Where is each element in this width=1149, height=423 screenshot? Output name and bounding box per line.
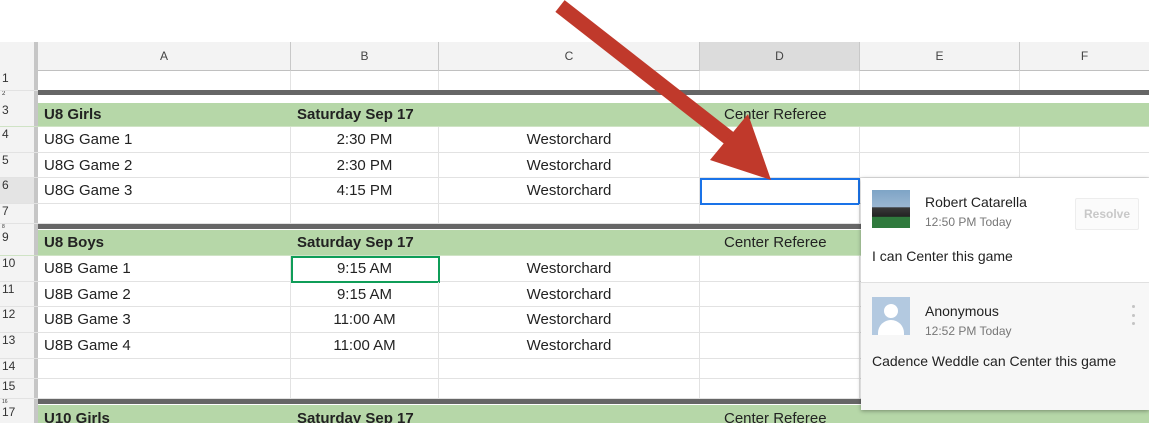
- comment-author: Robert Catarella: [925, 194, 1027, 210]
- cell[interactable]: [700, 204, 860, 223]
- comment-author: Anonymous: [925, 303, 999, 319]
- row-number[interactable]: 6: [0, 178, 38, 203]
- referee-cell[interactable]: [700, 127, 860, 152]
- game-name-cell[interactable]: U8B Game 3: [38, 307, 291, 332]
- cell[interactable]: [38, 379, 291, 398]
- row-number[interactable]: 5: [0, 153, 38, 177]
- row-number[interactable]: 9: [0, 230, 38, 255]
- game-location-cell[interactable]: Westorchard: [439, 178, 700, 203]
- more-options-icon[interactable]: [1129, 305, 1137, 325]
- cell[interactable]: [439, 359, 700, 378]
- resolve-button[interactable]: Resolve: [1075, 198, 1139, 230]
- select-all-corner[interactable]: [0, 42, 38, 71]
- comment-text: I can Center this game: [872, 248, 1013, 264]
- row-number[interactable]: 11: [0, 282, 38, 306]
- cell[interactable]: [700, 379, 860, 398]
- cell[interactable]: [860, 153, 1020, 177]
- cell[interactable]: [291, 204, 439, 223]
- game-location-cell[interactable]: Westorchard: [439, 256, 700, 281]
- cell[interactable]: [38, 71, 291, 90]
- comment-timestamp: 12:52 PM Today: [925, 324, 1012, 338]
- game-location-cell[interactable]: Westorchard: [439, 153, 700, 177]
- cell[interactable]: [439, 103, 700, 126]
- column-header-c[interactable]: C: [439, 42, 700, 71]
- selected-cell-outline[interactable]: [291, 256, 440, 283]
- comment-thread[interactable]: Robert Catarella 12:50 PM Today Resolve …: [861, 178, 1149, 410]
- column-header-f[interactable]: F: [1020, 42, 1149, 71]
- cell[interactable]: [439, 204, 700, 223]
- table-row: 4 U8G Game 1 2:30 PM Westorchard: [0, 127, 1149, 153]
- game-time-cell[interactable]: 9:15 AM: [291, 282, 439, 306]
- referee-cell[interactable]: [700, 307, 860, 332]
- active-cell-outline[interactable]: [700, 178, 860, 205]
- cell[interactable]: [700, 71, 860, 90]
- group-title-cell[interactable]: U10 Girls: [38, 405, 291, 423]
- comment[interactable]: Robert Catarella 12:50 PM Today Resolve …: [861, 178, 1149, 280]
- row-number[interactable]: 1: [0, 71, 38, 90]
- game-time-cell[interactable]: 2:30 PM: [291, 127, 439, 152]
- sheet-row: 1: [0, 71, 1149, 91]
- column-header-e[interactable]: E: [860, 42, 1020, 71]
- game-time-cell[interactable]: 2:30 PM: [291, 153, 439, 177]
- game-location-cell[interactable]: Westorchard: [439, 333, 700, 358]
- column-header-a[interactable]: A: [38, 42, 291, 71]
- cell[interactable]: [439, 230, 700, 255]
- game-time-cell[interactable]: 4:15 PM: [291, 178, 439, 203]
- row-number[interactable]: 13: [0, 333, 38, 358]
- group-header-row: 3 U8 Girls Saturday Sep 17 Center Refere…: [0, 103, 1149, 127]
- referee-cell[interactable]: [700, 282, 860, 306]
- game-location-cell[interactable]: Westorchard: [439, 127, 700, 152]
- group-date-cell[interactable]: Saturday Sep 17: [291, 405, 439, 423]
- game-name-cell[interactable]: U8G Game 1: [38, 127, 291, 152]
- cell[interactable]: [700, 359, 860, 378]
- avatar: [872, 190, 910, 228]
- group-role-cell[interactable]: Center Referee: [700, 103, 1149, 126]
- game-name-cell[interactable]: U8B Game 1: [38, 256, 291, 281]
- group-date-cell[interactable]: Saturday Sep 17: [291, 103, 439, 126]
- cell[interactable]: [291, 359, 439, 378]
- game-name-cell[interactable]: U8B Game 4: [38, 333, 291, 358]
- comment-text: Cadence Weddle can Center this game: [872, 353, 1117, 369]
- row-number[interactable]: 3: [0, 103, 38, 126]
- row-number[interactable]: 2: [0, 91, 38, 103]
- group-title-cell[interactable]: U8 Boys: [38, 230, 291, 255]
- cell[interactable]: [860, 71, 1020, 90]
- cell[interactable]: [38, 204, 291, 223]
- cell[interactable]: [439, 71, 700, 90]
- cell[interactable]: [439, 379, 700, 398]
- cell[interactable]: [860, 127, 1020, 152]
- column-header-bar: A B C D E F: [0, 42, 1149, 71]
- row-number[interactable]: 12: [0, 307, 38, 332]
- game-time-cell[interactable]: 11:00 AM: [291, 333, 439, 358]
- game-location-cell[interactable]: Westorchard: [439, 282, 700, 306]
- anonymous-avatar-icon: [872, 297, 910, 335]
- referee-cell[interactable]: [700, 153, 860, 177]
- row-number[interactable]: 15: [0, 379, 38, 398]
- group-date-cell[interactable]: Saturday Sep 17: [291, 230, 439, 255]
- game-name-cell[interactable]: U8B Game 2: [38, 282, 291, 306]
- cell[interactable]: [291, 71, 439, 90]
- table-row: 5 U8G Game 2 2:30 PM Westorchard: [0, 153, 1149, 178]
- referee-cell[interactable]: [700, 256, 860, 281]
- cell[interactable]: [291, 379, 439, 398]
- comment-timestamp: 12:50 PM Today: [925, 215, 1012, 229]
- game-time-cell[interactable]: 11:00 AM: [291, 307, 439, 332]
- column-header-d[interactable]: D: [700, 42, 860, 71]
- spreadsheet: A B C D E F 1 2 3 U8 Girls Saturday Sep …: [0, 0, 1149, 423]
- comment[interactable]: Anonymous 12:52 PM Today Cadence Weddle …: [861, 282, 1149, 410]
- cell[interactable]: [38, 359, 291, 378]
- referee-cell[interactable]: [700, 333, 860, 358]
- game-name-cell[interactable]: U8G Game 3: [38, 178, 291, 203]
- group-separator: [38, 90, 1149, 95]
- row-number[interactable]: 17: [0, 405, 38, 423]
- row-number[interactable]: 14: [0, 359, 38, 378]
- column-header-b[interactable]: B: [291, 42, 439, 71]
- game-location-cell[interactable]: Westorchard: [439, 307, 700, 332]
- cell[interactable]: [439, 405, 700, 423]
- row-number[interactable]: 7: [0, 204, 38, 223]
- group-title-cell[interactable]: U8 Girls: [38, 103, 291, 126]
- row-number[interactable]: 10: [0, 256, 38, 281]
- game-name-cell[interactable]: U8G Game 2: [38, 153, 291, 177]
- row-number[interactable]: 4: [0, 127, 38, 152]
